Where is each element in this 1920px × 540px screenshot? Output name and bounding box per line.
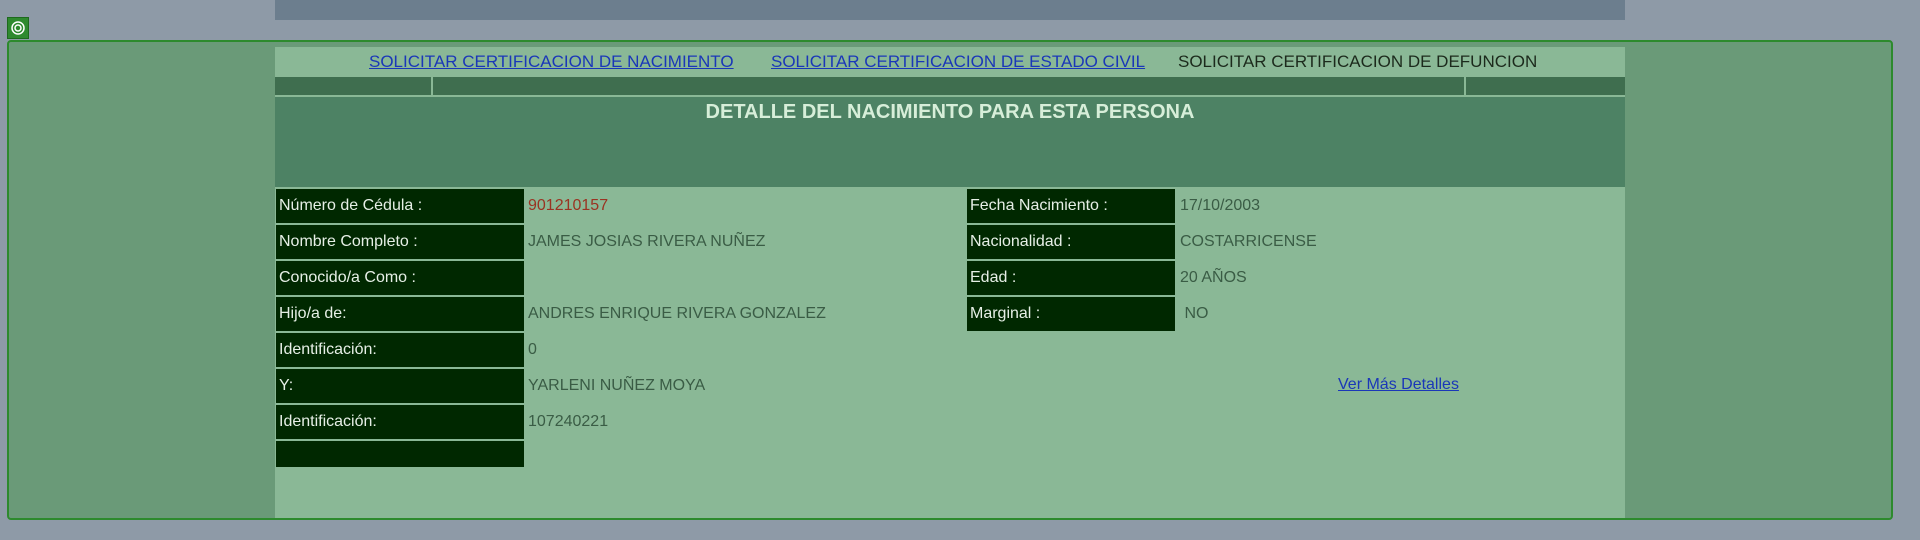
value-marginal: NO [1180,305,1209,322]
value-edad: 20 AÑOS [1180,269,1247,286]
value-identificacion-padre: 0 [528,341,537,358]
divider-cell [1466,77,1625,95]
nav-row: SOLICITAR CERTIFICACION DE NACIMIENTO SO… [275,47,1625,77]
ver-mas-detalles-link[interactable]: Ver Más Detalles [1338,376,1459,394]
page-title: DETALLE DEL NACIMIENTO PARA ESTA PERSONA [705,101,1195,123]
header-band: DETALLE DEL NACIMIENTO PARA ESTA PERSONA [275,97,1625,187]
label-y: Y: [276,369,524,403]
value-madre: YARLENI NUÑEZ MOYA [528,377,706,394]
label-identificacion-madre: Identificación: [276,405,524,439]
value-hijo-de: ANDRES ENRIQUE RIVERA GONZALEZ [528,305,826,322]
value-identificacion-madre: 107240221 [528,413,609,430]
value-nombre-completo: JAMES JOSIAS RIVERA NUÑEZ [528,233,766,250]
top-strip [275,0,1625,20]
target-icon[interactable] [7,17,29,39]
label-identificacion-padre: Identificación: [276,333,524,367]
label-empty [276,441,524,467]
label-fecha-nacimiento: Fecha Nacimiento : [967,189,1175,223]
label-marginal: Marginal : [967,297,1175,331]
link-solicitar-estado-civil[interactable]: SOLICITAR CERTIFICACION DE ESTADO CIVIL [771,52,1145,72]
text-solicitar-defuncion: SOLICITAR CERTIFICACION DE DEFUNCION [1178,52,1538,71]
value-nacionalidad: COSTARRICENSE [1180,233,1317,250]
divider-cell [433,77,1466,95]
label-conocido-como: Conocido/a Como : [276,261,524,295]
value-fecha-nacimiento: 17/10/2003 [1180,197,1261,214]
divider-cell [275,77,433,95]
label-nombre-completo: Nombre Completo : [276,225,524,259]
content-panel: SOLICITAR CERTIFICACION DE NACIMIENTO SO… [275,47,1625,518]
value-numero-cedula: 901210157 [528,197,609,214]
label-nacionalidad: Nacionalidad : [967,225,1175,259]
label-hijo-de: Hijo/a de: [276,297,524,331]
link-solicitar-nacimiento[interactable]: SOLICITAR CERTIFICACION DE NACIMIENTO [369,52,734,72]
label-edad: Edad : [967,261,1175,295]
divider-bar [275,77,1625,95]
label-numero-cedula: Número de Cédula : [276,189,524,223]
